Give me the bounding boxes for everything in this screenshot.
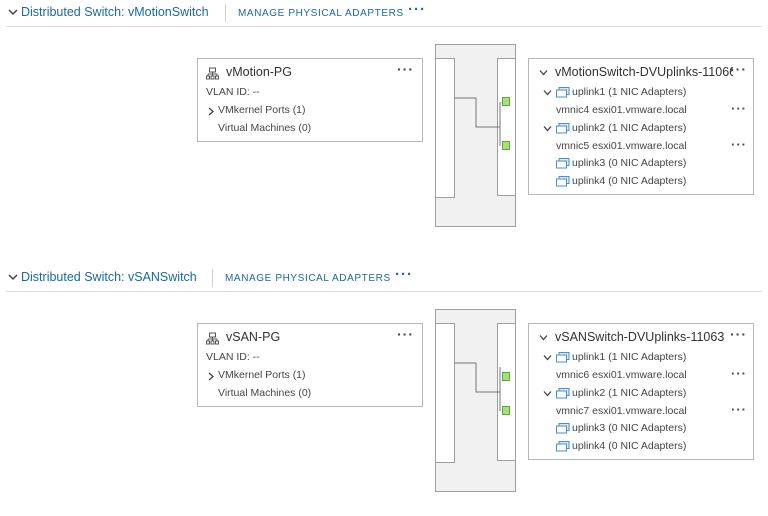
uplinks-more-button[interactable]: ···	[730, 326, 747, 342]
uplinks-card[interactable]: vSANSwitch-DVUplinks-11063 ··· uplink1 (…	[528, 323, 754, 460]
header-divider	[212, 269, 213, 287]
uplink-item[interactable]: uplink2 (1 NIC Adapters)	[572, 122, 686, 134]
portgroup-name[interactable]: vSAN-PG	[226, 330, 280, 344]
connection-lines	[455, 362, 501, 411]
vlan-id: VLAN ID: --	[206, 351, 260, 363]
switch-connection-diagram	[435, 309, 516, 492]
switch-header: Distributed Switch: vMotionSwitch MANAGE…	[0, 0, 768, 28]
nic-more-button[interactable]: ···	[731, 402, 747, 417]
uplink-port-1[interactable]	[502, 97, 510, 106]
switch-title[interactable]: Distributed Switch: vMotionSwitch	[21, 5, 209, 19]
chevron-down-icon[interactable]	[539, 334, 548, 341]
uplink-adapter-icon	[556, 87, 570, 98]
portgroup-card[interactable]: vMotion-PG ··· VLAN ID: -- VMkernel Port…	[197, 58, 423, 142]
chevron-right-icon[interactable]	[207, 372, 215, 381]
more-actions-button[interactable]: ···	[395, 266, 413, 283]
uplinks-more-button[interactable]: ···	[730, 61, 747, 77]
switch-title[interactable]: Distributed Switch: vSANSwitch	[21, 270, 197, 284]
nic-adapter[interactable]: vmnic5 esxi01.vmware.local	[556, 140, 687, 152]
distributed-switch-vsan: Distributed Switch: vSANSwitch MANAGE PH…	[0, 265, 768, 516]
chevron-down-icon[interactable]	[543, 125, 552, 132]
nic-more-button[interactable]: ···	[731, 366, 747, 381]
uplink-adapter-icon	[556, 158, 570, 169]
uplink-item[interactable]: uplink4 (0 NIC Adapters)	[572, 440, 686, 452]
uplink-adapter-icon	[556, 388, 570, 399]
nic-more-button[interactable]: ···	[731, 137, 747, 152]
portgroup-more-button[interactable]: ···	[397, 61, 414, 77]
manage-physical-adapters-button[interactable]: MANAGE PHYSICAL ADAPTERS	[225, 273, 391, 284]
uplink-port-1[interactable]	[502, 372, 510, 381]
vmkernel-ports[interactable]: VMkernel Ports (1)	[218, 369, 306, 381]
uplink-adapter-icon	[556, 441, 570, 452]
nic-adapter[interactable]: vmnic6 esxi01.vmware.local	[556, 369, 687, 381]
more-actions-button[interactable]: ···	[408, 1, 426, 18]
uplink-item[interactable]: uplink2 (1 NIC Adapters)	[572, 387, 686, 399]
portgroup-icon	[206, 332, 219, 345]
virtual-machines: Virtual Machines (0)	[218, 387, 312, 399]
uplink-adapter-icon	[556, 176, 570, 187]
header-divider-line	[6, 26, 762, 27]
manage-physical-adapters-button[interactable]: MANAGE PHYSICAL ADAPTERS	[238, 8, 404, 19]
distributed-switch-vmotion: Distributed Switch: vMotionSwitch MANAGE…	[0, 0, 768, 250]
uplinks-name[interactable]: vMotionSwitch-DVUplinks-11066	[555, 65, 733, 79]
header-divider-line	[6, 291, 762, 292]
portgroup-card[interactable]: vSAN-PG ··· VLAN ID: -- VMkernel Ports (…	[197, 323, 423, 407]
chevron-down-icon[interactable]	[543, 354, 552, 361]
uplinks-name[interactable]: vSANSwitch-DVUplinks-11063	[555, 330, 733, 344]
nic-more-button[interactable]: ···	[731, 101, 747, 116]
switch-header: Distributed Switch: vSANSwitch MANAGE PH…	[0, 265, 768, 293]
virtual-machines: Virtual Machines (0)	[218, 122, 312, 134]
uplink-port-2[interactable]	[502, 406, 510, 415]
portgroup-icon	[206, 67, 219, 80]
uplink-adapter-icon	[556, 352, 570, 363]
chevron-down-icon[interactable]	[539, 69, 548, 76]
nic-adapter[interactable]: vmnic4 esxi01.vmware.local	[556, 104, 687, 116]
connection-lines	[455, 97, 501, 146]
chevron-down-icon[interactable]	[8, 7, 18, 17]
chevron-down-icon[interactable]	[543, 390, 552, 397]
header-divider	[225, 4, 226, 22]
portgroup-name[interactable]: vMotion-PG	[226, 65, 292, 79]
nic-adapter[interactable]: vmnic7 esxi01.vmware.local	[556, 405, 687, 417]
uplink-item[interactable]: uplink4 (0 NIC Adapters)	[572, 175, 686, 187]
chevron-down-icon[interactable]	[543, 89, 552, 96]
chevron-down-icon[interactable]	[8, 272, 18, 282]
chevron-right-icon[interactable]	[207, 107, 215, 116]
switch-connection-diagram	[435, 44, 516, 227]
uplinks-card[interactable]: vMotionSwitch-DVUplinks-11066 ··· uplink…	[528, 58, 754, 195]
uplink-item[interactable]: uplink1 (1 NIC Adapters)	[572, 86, 686, 98]
uplink-port-2[interactable]	[502, 141, 510, 150]
portgroup-more-button[interactable]: ···	[397, 326, 414, 342]
uplink-adapter-icon	[556, 423, 570, 434]
uplink-adapter-icon	[556, 123, 570, 134]
vlan-id: VLAN ID: --	[206, 86, 260, 98]
uplink-item[interactable]: uplink1 (1 NIC Adapters)	[572, 351, 686, 363]
uplink-item[interactable]: uplink3 (0 NIC Adapters)	[572, 422, 686, 434]
uplink-item[interactable]: uplink3 (0 NIC Adapters)	[572, 157, 686, 169]
vmkernel-ports[interactable]: VMkernel Ports (1)	[218, 104, 306, 116]
